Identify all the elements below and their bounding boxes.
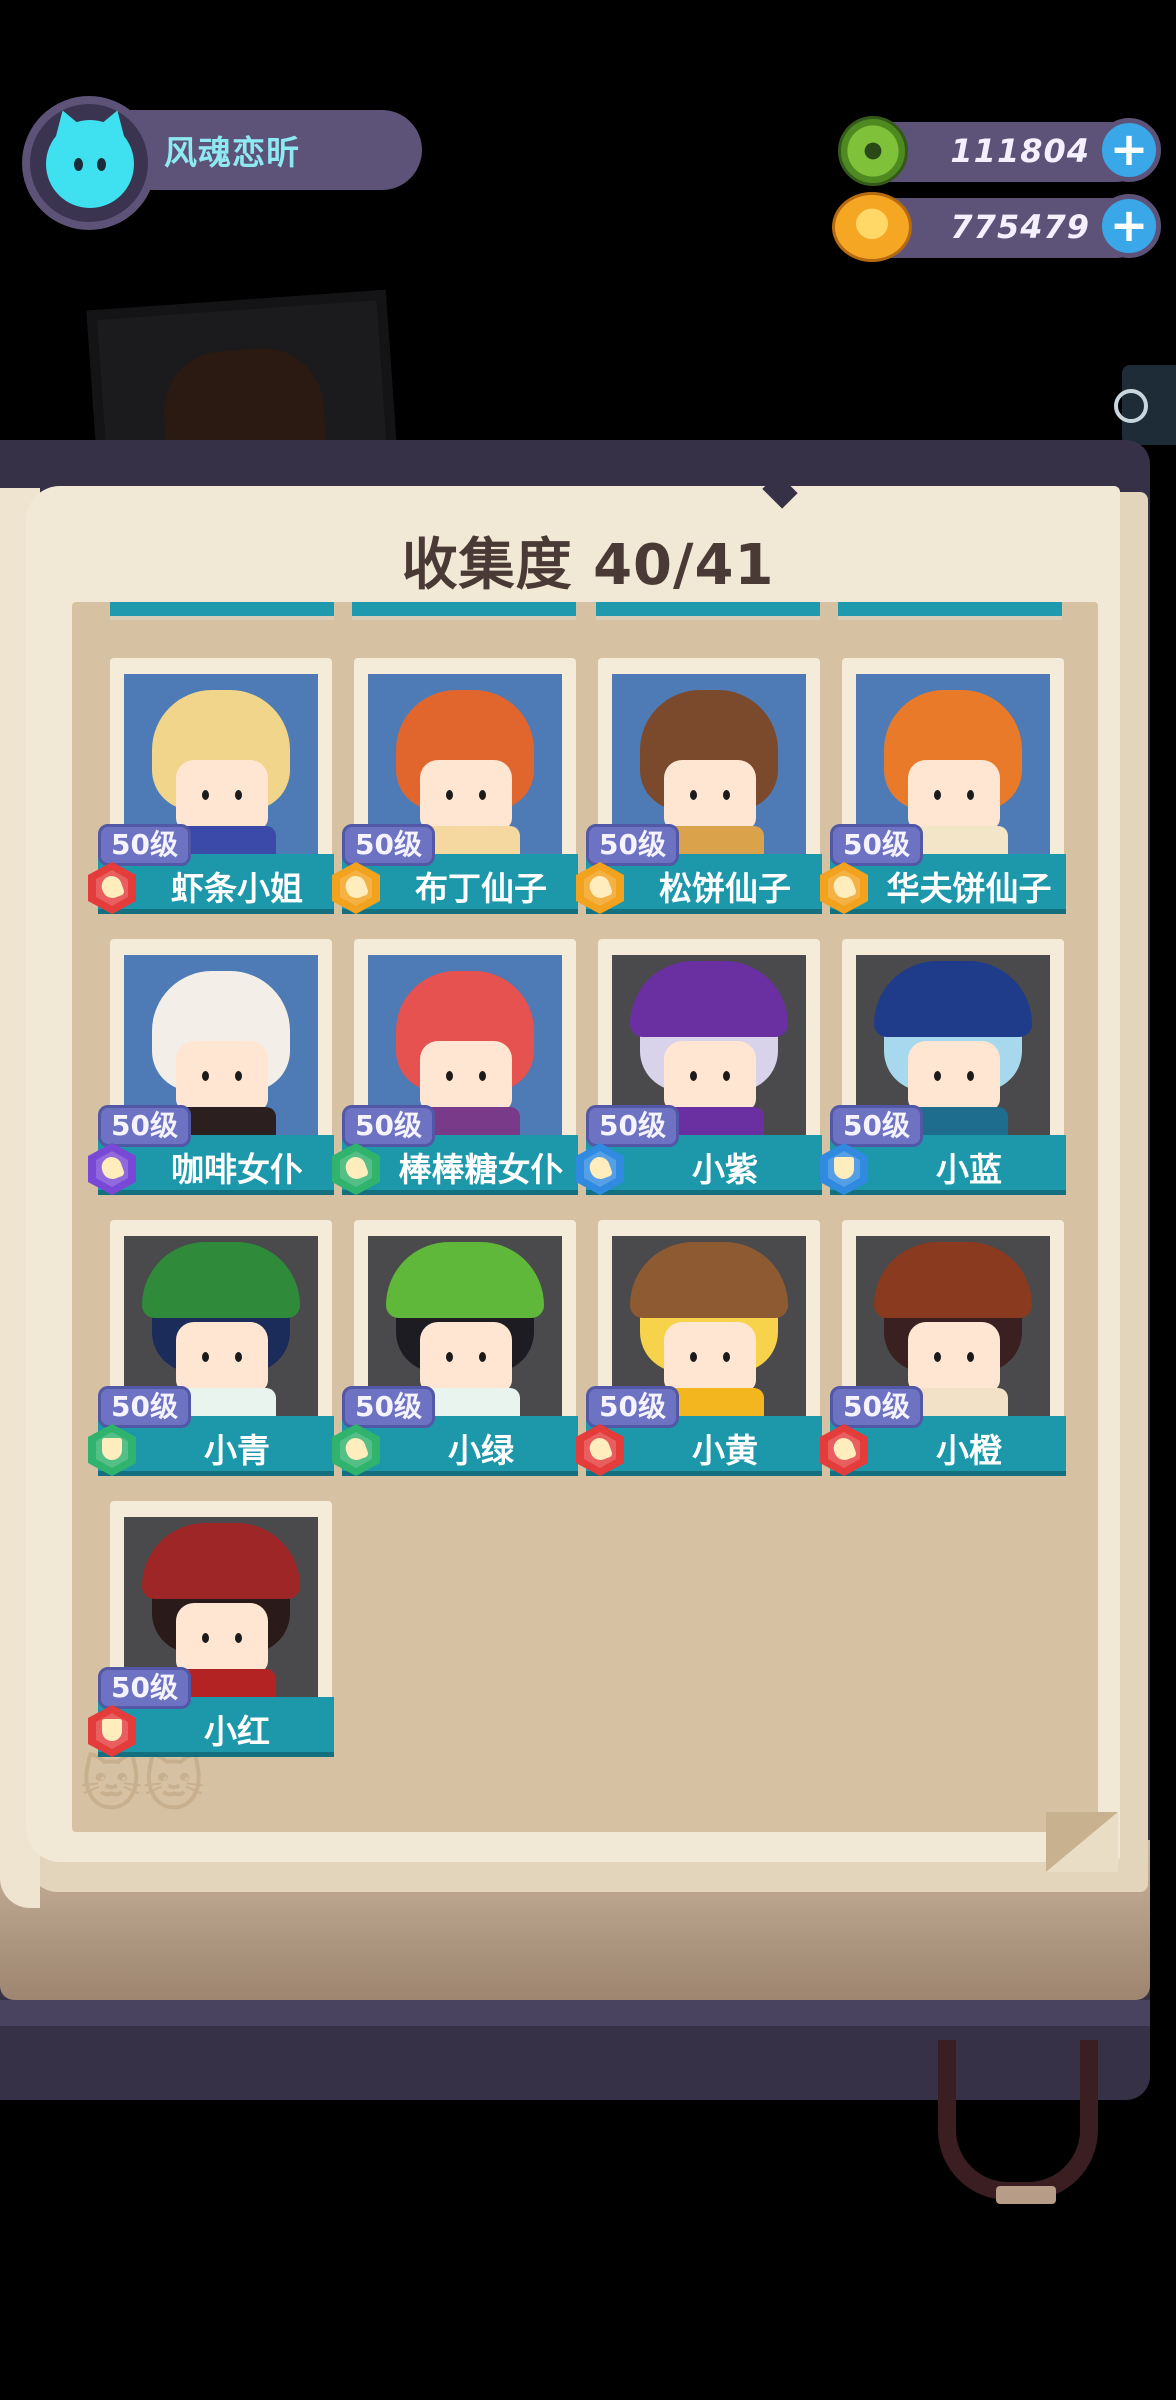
character-hat <box>630 961 788 1037</box>
character-face <box>908 1322 1000 1392</box>
character-name: 虾条小姐 <box>171 869 303 908</box>
character-hat <box>142 1242 300 1318</box>
character-card[interactable]: 小黄 50级 <box>576 1220 822 1486</box>
character-hat <box>874 1242 1032 1318</box>
character-name: 松饼仙子 <box>659 869 791 908</box>
character-face <box>176 1041 268 1111</box>
character-card[interactable]: 小橙 50级 <box>820 1220 1066 1486</box>
add-gold-currency-button[interactable]: + <box>1097 194 1161 258</box>
level-badge: 50级 <box>98 1386 191 1428</box>
green-gem-coin-icon <box>838 116 908 186</box>
character-face <box>664 1041 756 1111</box>
character-face <box>420 1322 512 1392</box>
character-face <box>176 760 268 830</box>
level-badge: 50级 <box>830 1105 923 1147</box>
character-card[interactable]: 松饼仙子 50级 <box>576 658 822 924</box>
character-card[interactable]: 小蓝 50级 <box>820 939 1066 1205</box>
level-badge: 50级 <box>98 824 191 866</box>
character-name: 小黄 <box>692 1431 758 1470</box>
player-name: 风魂恋昕 <box>164 133 300 172</box>
character-name: 棒棒糖女仆 <box>398 1150 564 1189</box>
character-name: 小青 <box>204 1431 270 1470</box>
character-card[interactable]: 布丁仙子 50级 <box>332 658 578 924</box>
level-badge: 50级 <box>586 1105 679 1147</box>
character-name: 小红 <box>204 1712 270 1751</box>
character-name: 小蓝 <box>936 1150 1002 1189</box>
character-name: 小绿 <box>448 1431 514 1470</box>
green-currency-value: 111804 <box>950 132 1090 170</box>
character-face <box>908 760 1000 830</box>
card-partial <box>596 602 820 620</box>
level-badge: 50级 <box>586 1386 679 1428</box>
card-partial <box>352 602 576 620</box>
gold-currency-value: 775479 <box>950 208 1090 246</box>
card-partial <box>838 602 1062 620</box>
character-card[interactable]: 小紫 50级 <box>576 939 822 1205</box>
book-strap <box>938 2040 1098 2204</box>
character-card[interactable]: 小青 50级 <box>88 1220 334 1486</box>
character-face <box>664 760 756 830</box>
character-card[interactable]: 小绿 50级 <box>332 1220 578 1486</box>
character-face <box>908 1041 1000 1111</box>
add-green-currency-button[interactable]: + <box>1097 118 1161 182</box>
level-badge: 50级 <box>342 1386 435 1428</box>
character-name: 咖啡女仆 <box>171 1150 303 1189</box>
character-card[interactable]: 小红 50级 <box>88 1501 334 1767</box>
collection-progress-title: 收集度 40/41 <box>401 533 775 598</box>
character-hat <box>142 1523 300 1599</box>
level-badge: 50级 <box>98 1667 191 1709</box>
character-name: 华夫饼仙子 <box>886 869 1052 908</box>
level-badge: 50级 <box>342 1105 435 1147</box>
character-face <box>176 1322 268 1392</box>
character-hat <box>630 1242 788 1318</box>
character-face <box>420 760 512 830</box>
level-badge: 50级 <box>830 824 923 866</box>
character-hat <box>874 961 1032 1037</box>
character-card[interactable]: 棒棒糖女仆 50级 <box>332 939 578 1205</box>
character-card[interactable]: 咖啡女仆 50级 <box>88 939 334 1205</box>
card-partial <box>110 602 334 620</box>
level-badge: 50级 <box>586 824 679 866</box>
level-badge: 50级 <box>342 824 435 866</box>
share-clip-icon[interactable] <box>1114 365 1176 445</box>
character-hat <box>386 1242 544 1318</box>
gold-planet-coin-icon <box>832 192 912 262</box>
character-name: 小橙 <box>936 1431 1002 1470</box>
character-face <box>664 1322 756 1392</box>
character-name: 小紫 <box>692 1150 758 1189</box>
character-card[interactable]: 华夫饼仙子 50级 <box>820 658 1066 924</box>
character-face <box>420 1041 512 1111</box>
cat-avatar-icon[interactable] <box>46 106 134 208</box>
character-face <box>176 1603 268 1673</box>
level-badge: 50级 <box>98 1105 191 1147</box>
character-card[interactable]: 虾条小姐 50级 <box>88 658 334 924</box>
character-name: 布丁仙子 <box>415 869 547 908</box>
level-badge: 50级 <box>830 1386 923 1428</box>
